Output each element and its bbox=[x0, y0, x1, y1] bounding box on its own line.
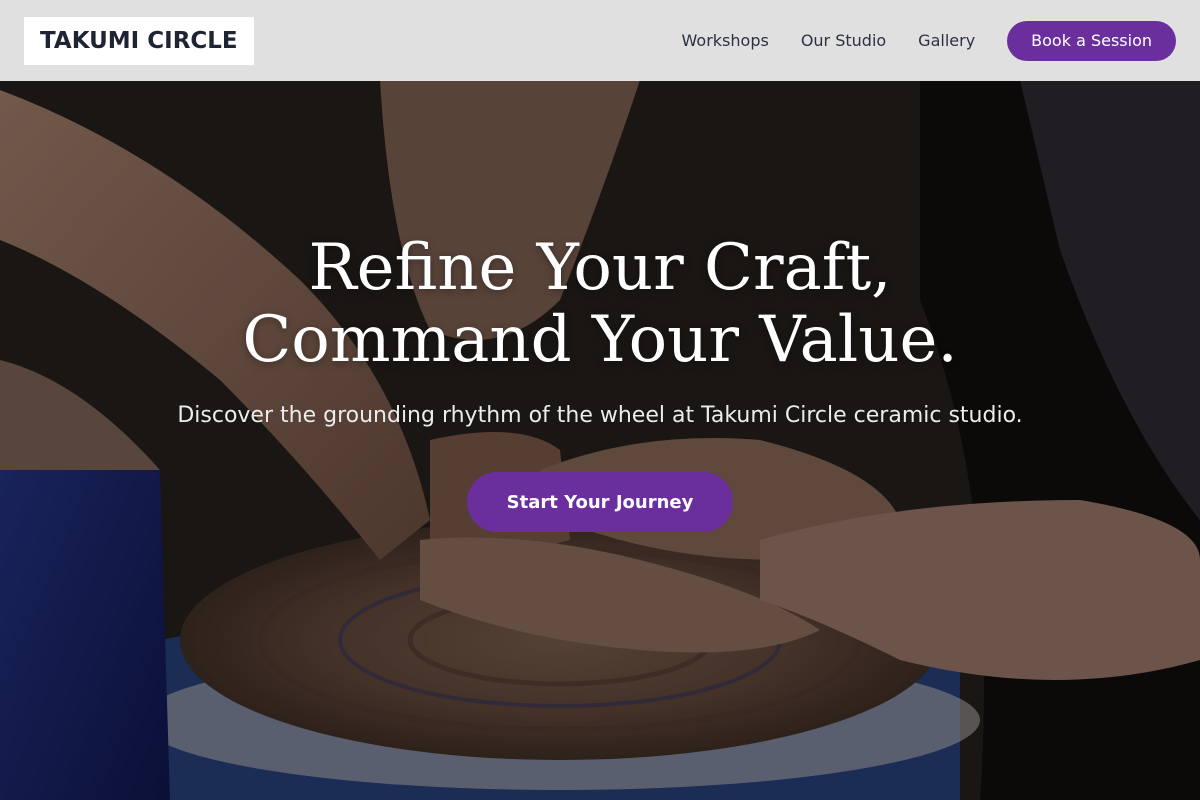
nav-link-gallery[interactable]: Gallery bbox=[918, 31, 975, 50]
hero-section: Refine Your Craft, Command Your Value. D… bbox=[0, 0, 1200, 800]
book-session-button[interactable]: Book a Session bbox=[1007, 20, 1176, 61]
hero-headline: Refine Your Craft, Command Your Value. bbox=[0, 232, 1200, 376]
hero-headline-line-1: Refine Your Craft, bbox=[308, 231, 892, 305]
nav-link-workshops[interactable]: Workshops bbox=[682, 31, 769, 50]
hero-content: Refine Your Craft, Command Your Value. D… bbox=[0, 232, 1200, 532]
brand-logo[interactable]: TAKUMI CIRCLE bbox=[24, 16, 254, 65]
hero-subheadline: Discover the grounding rhythm of the whe… bbox=[177, 403, 1023, 428]
site-header: TAKUMI CIRCLE Workshops Our Studio Galle… bbox=[0, 0, 1200, 81]
main-nav: Workshops Our Studio Gallery Book a Sess… bbox=[682, 20, 1176, 61]
hero-headline-line-2: Command Your Value. bbox=[242, 303, 958, 377]
start-journey-button[interactable]: Start Your Journey bbox=[467, 472, 733, 532]
nav-link-our-studio[interactable]: Our Studio bbox=[801, 31, 886, 50]
